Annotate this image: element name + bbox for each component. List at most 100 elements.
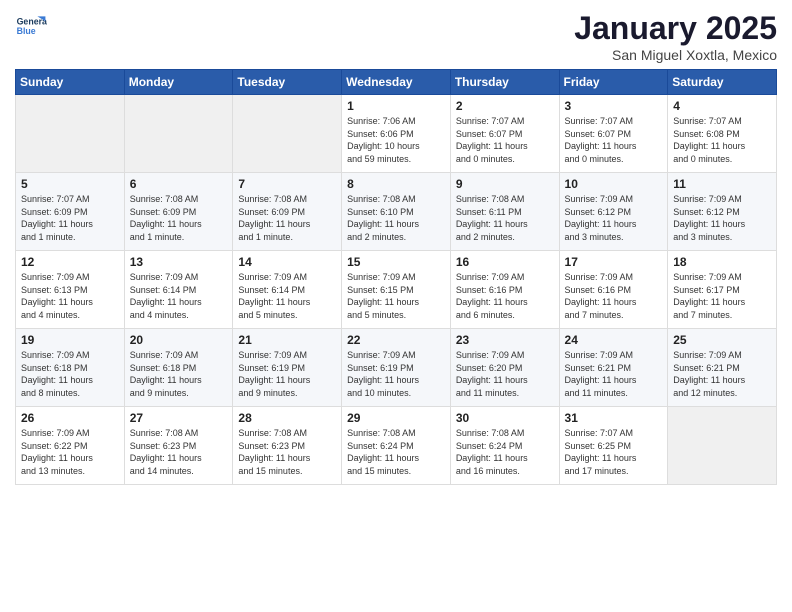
day-number: 22 <box>347 333 445 347</box>
page-container: General Blue January 2025 San Miguel Xox… <box>0 0 792 495</box>
calendar-cell: 20 Sunrise: 7:09 AM Sunset: 6:18 PM Dayli… <box>124 329 233 407</box>
day-number: 3 <box>565 99 663 113</box>
calendar-cell: 16 Sunrise: 7:09 AM Sunset: 6:16 PM Dayli… <box>450 251 559 329</box>
calendar-cell: 21Sunrise: 7:09 AM Sunset: 6:19 PM Dayli… <box>233 329 342 407</box>
calendar-cell: 5 Sunrise: 7:07 AM Sunset: 6:09 PM Daylig… <box>16 173 125 251</box>
calendar-subtitle: San Miguel Xoxtla, Mexico <box>574 47 777 63</box>
calendar-cell: 6 Sunrise: 7:08 AM Sunset: 6:09 PM Daylig… <box>124 173 233 251</box>
calendar-cell <box>668 407 777 485</box>
day-number: 26 <box>21 411 119 425</box>
day-detail: Sunrise: 7:08 AM Sunset: 6:23 PM Dayligh… <box>130 427 228 477</box>
svg-text:Blue: Blue <box>17 26 36 36</box>
calendar-cell: 4 Sunrise: 7:07 AM Sunset: 6:08 PM Daylig… <box>668 95 777 173</box>
day-number: 12 <box>21 255 119 269</box>
calendar-header: SundayMondayTuesdayWednesdayThursdayFrid… <box>16 70 777 95</box>
calendar-week-5: 26 Sunrise: 7:09 AM Sunset: 6:22 PM Dayli… <box>16 407 777 485</box>
header-row-days: SundayMondayTuesdayWednesdayThursdayFrid… <box>16 70 777 95</box>
calendar-cell: 24 Sunrise: 7:09 AM Sunset: 6:21 PM Dayli… <box>559 329 668 407</box>
day-detail: Sunrise: 7:09 AM Sunset: 6:20 PM Dayligh… <box>456 349 554 399</box>
day-number: 6 <box>130 177 228 191</box>
day-number: 19 <box>21 333 119 347</box>
calendar-cell: 8 Sunrise: 7:08 AM Sunset: 6:10 PM Daylig… <box>342 173 451 251</box>
day-detail: Sunrise: 7:07 AM Sunset: 6:07 PM Dayligh… <box>456 115 554 165</box>
day-number: 27 <box>130 411 228 425</box>
logo: General Blue <box>15 10 47 42</box>
day-detail: Sunrise: 7:08 AM Sunset: 6:09 PM Dayligh… <box>238 193 336 243</box>
day-detail: Sunrise: 7:09 AM Sunset: 6:21 PM Dayligh… <box>565 349 663 399</box>
header-saturday: Saturday <box>668 70 777 95</box>
day-detail: Sunrise: 7:09 AM Sunset: 6:14 PM Dayligh… <box>130 271 228 321</box>
day-detail: Sunrise: 7:09 AM Sunset: 6:15 PM Dayligh… <box>347 271 445 321</box>
day-detail: Sunrise: 7:09 AM Sunset: 6:12 PM Dayligh… <box>565 193 663 243</box>
calendar-cell: 31Sunrise: 7:07 AM Sunset: 6:25 PM Dayli… <box>559 407 668 485</box>
day-detail: Sunrise: 7:08 AM Sunset: 6:23 PM Dayligh… <box>238 427 336 477</box>
day-number: 16 <box>456 255 554 269</box>
day-number: 9 <box>456 177 554 191</box>
header-sunday: Sunday <box>16 70 125 95</box>
logo-icon: General Blue <box>15 10 47 42</box>
calendar-cell: 27 Sunrise: 7:08 AM Sunset: 6:23 PM Dayli… <box>124 407 233 485</box>
header-tuesday: Tuesday <box>233 70 342 95</box>
day-detail: Sunrise: 7:09 AM Sunset: 6:16 PM Dayligh… <box>565 271 663 321</box>
day-detail: Sunrise: 7:09 AM Sunset: 6:16 PM Dayligh… <box>456 271 554 321</box>
calendar-cell: 26 Sunrise: 7:09 AM Sunset: 6:22 PM Dayli… <box>16 407 125 485</box>
header-wednesday: Wednesday <box>342 70 451 95</box>
calendar-cell: 13 Sunrise: 7:09 AM Sunset: 6:14 PM Dayli… <box>124 251 233 329</box>
calendar-title: January 2025 <box>574 10 777 47</box>
day-detail: Sunrise: 7:07 AM Sunset: 6:08 PM Dayligh… <box>673 115 771 165</box>
calendar-cell: 7Sunrise: 7:08 AM Sunset: 6:09 PM Daylig… <box>233 173 342 251</box>
day-number: 15 <box>347 255 445 269</box>
calendar-cell: 17 Sunrise: 7:09 AM Sunset: 6:16 PM Dayli… <box>559 251 668 329</box>
calendar-week-2: 5 Sunrise: 7:07 AM Sunset: 6:09 PM Daylig… <box>16 173 777 251</box>
calendar-cell: 1 Sunrise: 7:06 AM Sunset: 6:06 PM Daylig… <box>342 95 451 173</box>
day-detail: Sunrise: 7:09 AM Sunset: 6:19 PM Dayligh… <box>347 349 445 399</box>
day-number: 17 <box>565 255 663 269</box>
header-monday: Monday <box>124 70 233 95</box>
calendar-cell: 23Sunrise: 7:09 AM Sunset: 6:20 PM Dayli… <box>450 329 559 407</box>
calendar-cell: 25 Sunrise: 7:09 AM Sunset: 6:21 PM Dayli… <box>668 329 777 407</box>
day-number: 4 <box>673 99 771 113</box>
calendar-body: 1 Sunrise: 7:06 AM Sunset: 6:06 PM Daylig… <box>16 95 777 485</box>
day-detail: Sunrise: 7:08 AM Sunset: 6:24 PM Dayligh… <box>456 427 554 477</box>
day-detail: Sunrise: 7:06 AM Sunset: 6:06 PM Dayligh… <box>347 115 445 165</box>
header-thursday: Thursday <box>450 70 559 95</box>
day-number: 10 <box>565 177 663 191</box>
calendar-cell <box>233 95 342 173</box>
day-detail: Sunrise: 7:08 AM Sunset: 6:11 PM Dayligh… <box>456 193 554 243</box>
day-number: 18 <box>673 255 771 269</box>
calendar-cell: 2Sunrise: 7:07 AM Sunset: 6:07 PM Daylig… <box>450 95 559 173</box>
day-number: 24 <box>565 333 663 347</box>
day-detail: Sunrise: 7:08 AM Sunset: 6:10 PM Dayligh… <box>347 193 445 243</box>
calendar-cell: 28 Sunrise: 7:08 AM Sunset: 6:23 PM Dayli… <box>233 407 342 485</box>
day-number: 1 <box>347 99 445 113</box>
day-detail: Sunrise: 7:09 AM Sunset: 6:18 PM Dayligh… <box>130 349 228 399</box>
day-number: 28 <box>238 411 336 425</box>
day-detail: Sunrise: 7:07 AM Sunset: 6:09 PM Dayligh… <box>21 193 119 243</box>
calendar-cell: 19 Sunrise: 7:09 AM Sunset: 6:18 PM Dayli… <box>16 329 125 407</box>
day-detail: Sunrise: 7:09 AM Sunset: 6:21 PM Dayligh… <box>673 349 771 399</box>
calendar-cell: 9 Sunrise: 7:08 AM Sunset: 6:11 PM Daylig… <box>450 173 559 251</box>
day-number: 8 <box>347 177 445 191</box>
day-detail: Sunrise: 7:09 AM Sunset: 6:13 PM Dayligh… <box>21 271 119 321</box>
day-detail: Sunrise: 7:09 AM Sunset: 6:22 PM Dayligh… <box>21 427 119 477</box>
day-detail: Sunrise: 7:09 AM Sunset: 6:17 PM Dayligh… <box>673 271 771 321</box>
day-number: 20 <box>130 333 228 347</box>
day-detail: Sunrise: 7:08 AM Sunset: 6:09 PM Dayligh… <box>130 193 228 243</box>
day-number: 13 <box>130 255 228 269</box>
day-detail: Sunrise: 7:09 AM Sunset: 6:19 PM Dayligh… <box>238 349 336 399</box>
calendar-week-1: 1 Sunrise: 7:06 AM Sunset: 6:06 PM Daylig… <box>16 95 777 173</box>
calendar-table: SundayMondayTuesdayWednesdayThursdayFrid… <box>15 69 777 485</box>
day-number: 5 <box>21 177 119 191</box>
calendar-cell: 15 Sunrise: 7:09 AM Sunset: 6:15 PM Dayli… <box>342 251 451 329</box>
calendar-cell: 11Sunrise: 7:09 AM Sunset: 6:12 PM Dayli… <box>668 173 777 251</box>
calendar-cell: 18 Sunrise: 7:09 AM Sunset: 6:17 PM Dayli… <box>668 251 777 329</box>
title-block: January 2025 San Miguel Xoxtla, Mexico <box>574 10 777 63</box>
day-number: 14 <box>238 255 336 269</box>
calendar-cell: 30Sunrise: 7:08 AM Sunset: 6:24 PM Dayli… <box>450 407 559 485</box>
day-number: 25 <box>673 333 771 347</box>
calendar-cell <box>16 95 125 173</box>
day-detail: Sunrise: 7:08 AM Sunset: 6:24 PM Dayligh… <box>347 427 445 477</box>
calendar-week-4: 19 Sunrise: 7:09 AM Sunset: 6:18 PM Dayli… <box>16 329 777 407</box>
day-detail: Sunrise: 7:09 AM Sunset: 6:18 PM Dayligh… <box>21 349 119 399</box>
calendar-week-3: 12 Sunrise: 7:09 AM Sunset: 6:13 PM Dayli… <box>16 251 777 329</box>
